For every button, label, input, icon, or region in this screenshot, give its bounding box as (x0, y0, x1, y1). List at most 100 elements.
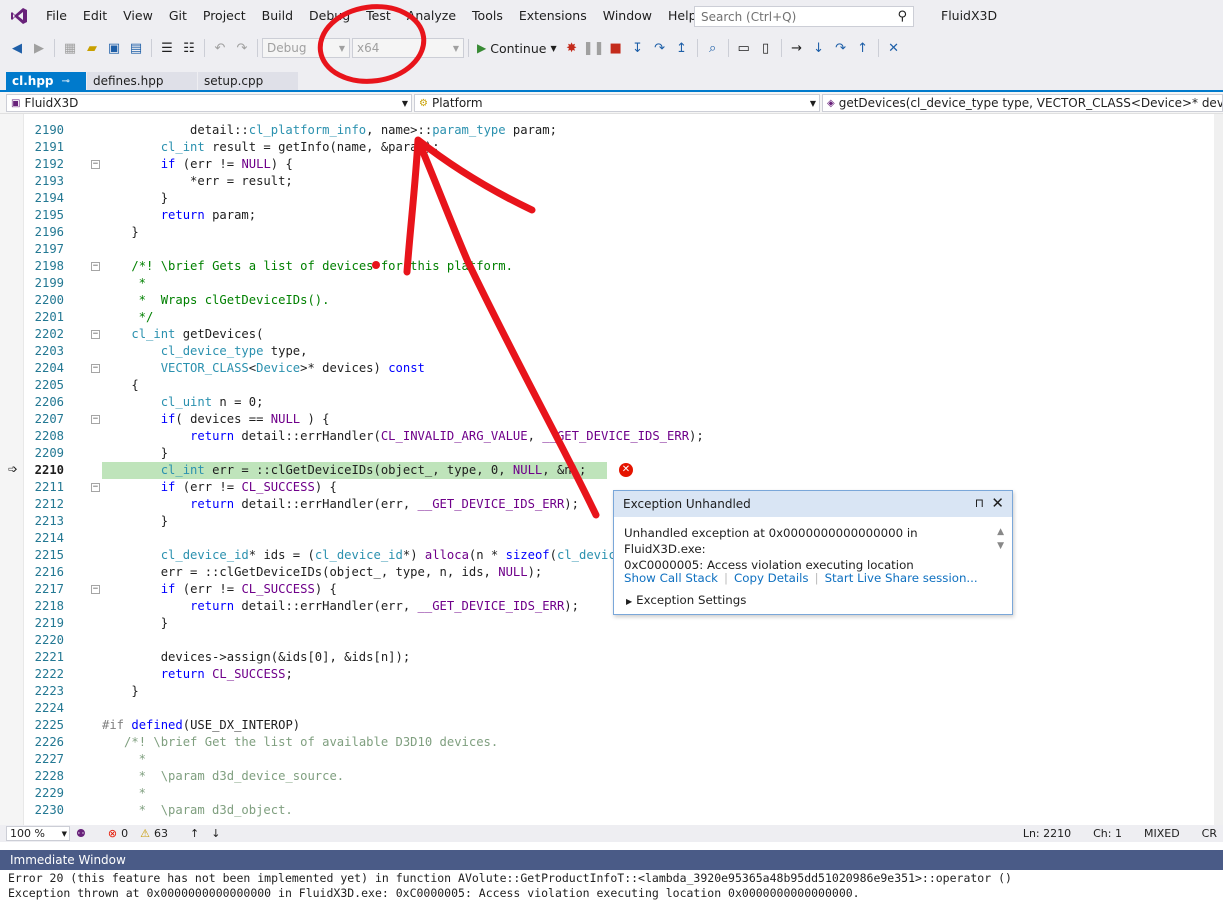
intellicode-icon[interactable]: ⚉ (70, 827, 92, 840)
tab-setup-cpp[interactable]: setup.cpp (198, 72, 298, 90)
navigate-forward-icon[interactable]: ▶ (29, 38, 49, 58)
step-into-specific-icon[interactable]: → (787, 38, 807, 58)
warning-count[interactable]: ⚠ 63 (134, 827, 174, 840)
code-line[interactable]: 2204 − VECTOR_CLASS<Device>* devices) con… (0, 360, 1223, 377)
code-line[interactable]: 2193 *err = result; (0, 173, 1223, 190)
stop-debugging-icon[interactable]: ■ (606, 38, 626, 58)
code-editor[interactable]: 2190 detail::cl_platform_info, name>::pa… (0, 114, 1223, 825)
menu-item-window[interactable]: Window (595, 0, 660, 32)
code-line[interactable]: 2200 * Wraps clGetDeviceIDs(). (0, 292, 1223, 309)
step-into-icon[interactable]: ↓ (809, 38, 829, 58)
code-line[interactable]: 2226 /*! \brief Get the list of availabl… (0, 734, 1223, 751)
code-line[interactable]: 2230 * \param d3d_object. (0, 802, 1223, 819)
code-line[interactable]: 2192 − if (err != NULL) { (0, 156, 1223, 173)
collapse-toggle-icon[interactable]: − (91, 483, 100, 492)
code-line[interactable]: 2221 devices->assign(&ids[0], &ids[n]); (0, 649, 1223, 666)
step-out-icon-2[interactable]: ↑ (853, 38, 873, 58)
code-line[interactable]: 2227 * (0, 751, 1223, 768)
vertical-scrollbar[interactable] (1214, 114, 1223, 825)
menu-item-view[interactable]: View (115, 0, 161, 32)
code-line[interactable]: 2209 } (0, 445, 1223, 462)
exception-error-icon[interactable]: ✕ (619, 463, 633, 477)
code-line[interactable]: 2224 (0, 700, 1223, 717)
menu-item-git[interactable]: Git (161, 0, 195, 32)
code-line[interactable]: 2194 } (0, 190, 1223, 207)
code-line[interactable]: 2190 detail::cl_platform_info, name>::pa… (0, 122, 1223, 139)
pin-icon[interactable]: ⊸ (62, 76, 70, 87)
zoom-select[interactable]: 100 % ▼ (6, 826, 70, 841)
code-line[interactable]: 2203 cl_device_type type, (0, 343, 1223, 360)
collapse-toggle-icon[interactable]: − (91, 330, 100, 339)
step-out-icon[interactable]: ↥ (672, 38, 692, 58)
code-line[interactable]: 2217 − if (err != CL_SUCCESS) { (0, 581, 1223, 598)
error-count[interactable]: ⊗ 0 (102, 827, 134, 840)
visual-studio-logo-icon[interactable] (0, 0, 38, 32)
continue-button[interactable]: ▶ Continue ▼ (473, 41, 561, 56)
collapse-toggle-icon[interactable]: − (91, 262, 100, 271)
diagnostic-tools-icon[interactable]: ✕ (884, 38, 904, 58)
code-line[interactable]: 2212 return detail::errHandler(err, __GE… (0, 496, 1223, 513)
live-share-link[interactable]: Start Live Share session... (825, 571, 978, 585)
previous-issue-icon[interactable]: ↑ (184, 827, 205, 840)
find-in-files-icon[interactable]: ⌕ (703, 38, 723, 58)
menu-item-build[interactable]: Build (254, 0, 301, 32)
code-line[interactable]: 2197 (0, 241, 1223, 258)
code-line[interactable]: 2220 (0, 632, 1223, 649)
search-input[interactable]: Search (Ctrl+Q) ⚲ (694, 6, 914, 27)
code-line[interactable]: 2202 − cl_int getDevices( (0, 326, 1223, 343)
code-line[interactable]: 2191 cl_int result = getInfo(name, &para… (0, 139, 1223, 156)
collapse-toggle-icon[interactable]: − (91, 160, 100, 169)
scope-select[interactable]: ⚙ Platform ▼ (414, 94, 820, 112)
project-select[interactable]: ▣ FluidX3D ▼ (6, 94, 412, 112)
configuration-select[interactable]: Debug ▼ (262, 38, 350, 58)
hot-reload-icon[interactable]: ✸ (562, 38, 582, 58)
pin-icon[interactable]: ⊓ (975, 496, 984, 510)
code-line[interactable]: 2214 (0, 530, 1223, 547)
code-line[interactable]: 2205 { (0, 377, 1223, 394)
code-line[interactable]: 2199 * (0, 275, 1223, 292)
step-over-icon-2[interactable]: ↷ (831, 38, 851, 58)
close-icon[interactable]: ✕ (991, 494, 1004, 512)
platform-select[interactable]: x64 ▼ (352, 38, 464, 58)
comment-lines-icon[interactable]: ☰ (157, 38, 177, 58)
code-line[interactable]: 2222 return CL_SUCCESS; (0, 666, 1223, 683)
menu-item-analyze[interactable]: Analyze (399, 0, 464, 32)
code-line[interactable]: 2195 return param; (0, 207, 1223, 224)
code-line[interactable]: 2219 } (0, 615, 1223, 632)
menu-item-test[interactable]: Test (358, 0, 399, 32)
line-ending[interactable]: CR (1202, 827, 1217, 840)
layout-icon[interactable]: ▭ (734, 38, 754, 58)
menu-item-debug[interactable]: Debug (301, 0, 358, 32)
char-number[interactable]: Ch: 1 (1093, 827, 1122, 840)
break-all-icon[interactable]: ❚❚ (583, 38, 605, 58)
code-line[interactable]: 2207 − if( devices == NULL ) { (0, 411, 1223, 428)
undo-icon[interactable]: ↶ (210, 38, 230, 58)
code-line[interactable]: 2206 cl_uint n = 0; (0, 394, 1223, 411)
collapse-toggle-icon[interactable]: − (91, 364, 100, 373)
step-over-icon[interactable]: ↷ (650, 38, 670, 58)
menu-item-tools[interactable]: Tools (464, 0, 511, 32)
copy-details-link[interactable]: Copy Details (734, 571, 809, 585)
save-icon[interactable]: ▣ (104, 38, 124, 58)
code-line[interactable]: 2225 #if defined(USE_DX_INTEROP) (0, 717, 1223, 734)
whitespace-mode[interactable]: MIXED (1144, 827, 1180, 840)
redo-icon[interactable]: ↷ (232, 38, 252, 58)
code-line[interactable]: 2228 * \param d3d_device_source. (0, 768, 1223, 785)
tab-defines-hpp[interactable]: defines.hpp (87, 72, 197, 90)
member-select[interactable]: ◈ getDevices(cl_device_type type, VECTOR… (822, 94, 1223, 112)
code-line[interactable]: 2208 return detail::errHandler(CL_INVALI… (0, 428, 1223, 445)
window-layout-icon[interactable]: ▯ (756, 38, 776, 58)
menu-item-extensions[interactable]: Extensions (511, 0, 595, 32)
collapse-toggle-icon[interactable]: − (91, 415, 100, 424)
code-line[interactable]: 2215 cl_device_id* ids = (cl_device_id*)… (0, 547, 1223, 564)
menu-item-project[interactable]: Project (195, 0, 254, 32)
code-line[interactable]: 2198 − /*! \brief Gets a list of devices … (0, 258, 1223, 275)
code-line[interactable]: 2210 cl_int err = ::clGetDeviceIDs(objec… (0, 462, 1223, 479)
message-scrollbar[interactable]: ▲ ▼ (997, 525, 1004, 553)
uncomment-lines-icon[interactable]: ☷ (179, 38, 199, 58)
code-line[interactable]: 2211 − if (err != CL_SUCCESS) { (0, 479, 1223, 496)
immediate-window-header[interactable]: Immediate Window (0, 850, 1223, 870)
new-project-icon[interactable]: ▦ (60, 38, 80, 58)
code-line[interactable]: 2229 * (0, 785, 1223, 802)
collapse-toggle-icon[interactable]: − (91, 585, 100, 594)
